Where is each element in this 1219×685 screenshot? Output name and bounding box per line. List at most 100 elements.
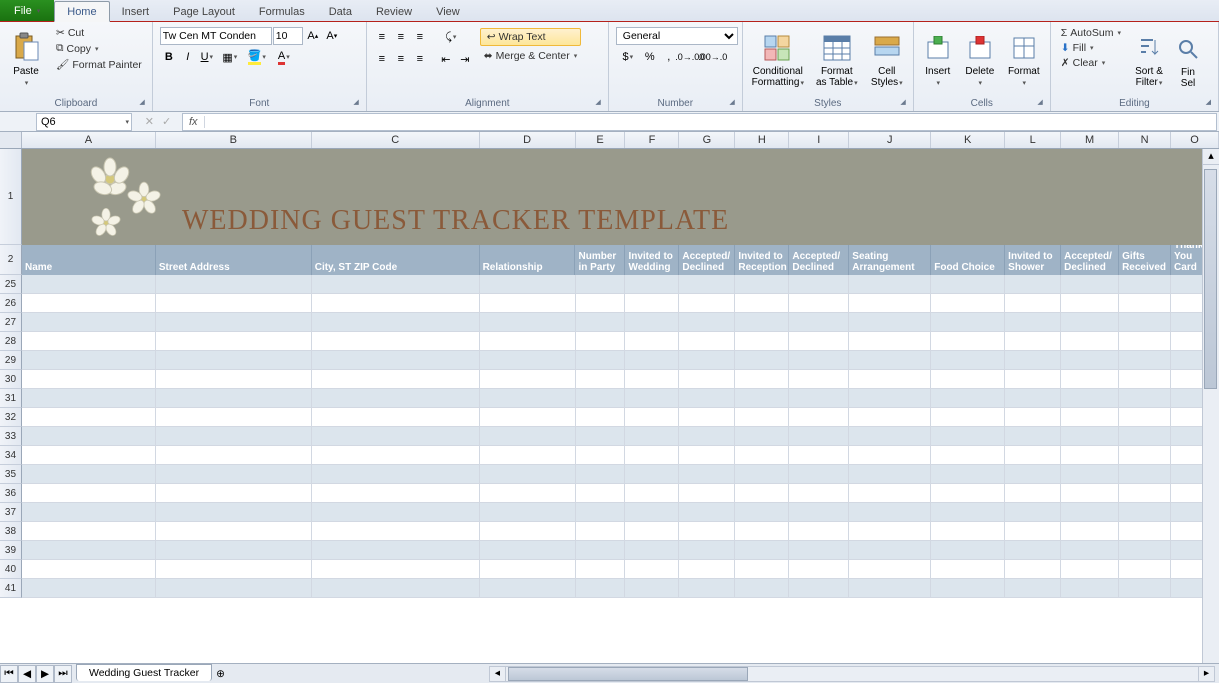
cell[interactable] <box>1005 427 1061 446</box>
cell[interactable] <box>480 522 576 541</box>
cell[interactable] <box>789 389 849 408</box>
cell[interactable] <box>625 351 679 370</box>
cell[interactable] <box>480 408 576 427</box>
font-size-select[interactable] <box>273 27 303 45</box>
cell[interactable] <box>625 560 679 579</box>
cell[interactable] <box>1061 275 1119 294</box>
row-header[interactable]: 32 <box>0 408 22 427</box>
percent-button[interactable]: % <box>641 48 659 66</box>
cell[interactable] <box>931 465 1005 484</box>
cell[interactable] <box>312 446 480 465</box>
cell[interactable] <box>735 389 789 408</box>
cell[interactable] <box>1119 579 1171 598</box>
cell[interactable] <box>1005 465 1061 484</box>
cell[interactable] <box>22 332 156 351</box>
cell[interactable] <box>1005 503 1061 522</box>
cell[interactable] <box>576 332 626 351</box>
cell[interactable] <box>480 503 576 522</box>
cell[interactable] <box>576 579 626 598</box>
cell[interactable] <box>1119 503 1171 522</box>
cell[interactable] <box>735 313 789 332</box>
number-format-select[interactable]: General <box>616 27 738 45</box>
cell[interactable] <box>1061 370 1119 389</box>
decrease-decimal-button[interactable]: .00→.0 <box>702 48 724 66</box>
cell[interactable] <box>1119 560 1171 579</box>
cell[interactable] <box>1061 484 1119 503</box>
cell[interactable] <box>1005 389 1061 408</box>
cell[interactable] <box>1061 408 1119 427</box>
cell[interactable] <box>312 560 480 579</box>
cell[interactable] <box>849 427 931 446</box>
format-painter-button[interactable]: 🖌Format Painter <box>52 57 146 72</box>
cell[interactable] <box>480 446 576 465</box>
cell[interactable] <box>931 275 1005 294</box>
cell[interactable] <box>789 294 849 313</box>
cell[interactable] <box>312 484 480 503</box>
cell[interactable] <box>1119 370 1171 389</box>
cell[interactable] <box>1061 389 1119 408</box>
cell[interactable] <box>1119 313 1171 332</box>
row-header[interactable]: 39 <box>0 541 22 560</box>
fx-icon[interactable]: fx <box>183 116 205 128</box>
cell[interactable] <box>480 351 576 370</box>
col-header-L[interactable]: L <box>1005 132 1061 148</box>
horizontal-scroll-thumb[interactable] <box>508 667 748 681</box>
cell[interactable] <box>931 484 1005 503</box>
cell[interactable] <box>312 275 480 294</box>
cell[interactable] <box>1061 427 1119 446</box>
cell[interactable] <box>679 579 735 598</box>
cell[interactable] <box>1119 275 1171 294</box>
cell[interactable] <box>312 522 480 541</box>
cell[interactable] <box>849 294 931 313</box>
cell[interactable] <box>1005 446 1061 465</box>
row-header[interactable]: 26 <box>0 294 22 313</box>
cell[interactable] <box>1005 275 1061 294</box>
insert-cells-button[interactable]: Insert▾ <box>918 24 958 97</box>
col-header-F[interactable]: F <box>625 132 679 148</box>
sheet-tab-active[interactable]: Wedding Guest Tracker <box>76 664 212 681</box>
cell[interactable] <box>789 522 849 541</box>
cell[interactable] <box>156 313 312 332</box>
cell[interactable] <box>679 370 735 389</box>
col-header-M[interactable]: M <box>1061 132 1119 148</box>
cell[interactable] <box>735 427 789 446</box>
cell[interactable] <box>312 389 480 408</box>
cell[interactable] <box>156 560 312 579</box>
cell[interactable] <box>156 351 312 370</box>
cell[interactable] <box>1061 332 1119 351</box>
cell[interactable] <box>22 560 156 579</box>
cell[interactable] <box>849 465 931 484</box>
tab-file[interactable]: File▾ <box>0 0 54 21</box>
cell[interactable] <box>1061 313 1119 332</box>
col-header-G[interactable]: G <box>679 132 735 148</box>
cell[interactable] <box>679 351 735 370</box>
cell[interactable] <box>576 294 626 313</box>
cell[interactable] <box>931 541 1005 560</box>
cell[interactable] <box>1005 560 1061 579</box>
tab-home[interactable]: Home <box>54 1 109 22</box>
cell[interactable] <box>576 446 626 465</box>
align-right-button[interactable]: ≡ <box>411 50 429 68</box>
cell[interactable] <box>22 522 156 541</box>
cell[interactable] <box>735 503 789 522</box>
cell[interactable] <box>312 579 480 598</box>
cell[interactable] <box>1005 370 1061 389</box>
cell[interactable] <box>679 389 735 408</box>
align-center-button[interactable]: ≡ <box>392 50 410 68</box>
col-header-A[interactable]: A <box>22 132 156 148</box>
cell[interactable] <box>679 332 735 351</box>
cell[interactable] <box>735 560 789 579</box>
row-header[interactable]: 28 <box>0 332 22 351</box>
cell[interactable] <box>931 370 1005 389</box>
cell[interactable] <box>735 484 789 503</box>
cell[interactable] <box>312 294 480 313</box>
cell[interactable] <box>1119 446 1171 465</box>
cell[interactable] <box>625 503 679 522</box>
col-header-N[interactable]: N <box>1119 132 1171 148</box>
cell[interactable] <box>576 465 626 484</box>
cell[interactable] <box>22 503 156 522</box>
cell[interactable] <box>849 351 931 370</box>
cell[interactable] <box>679 446 735 465</box>
cell[interactable] <box>312 313 480 332</box>
cell[interactable] <box>679 541 735 560</box>
